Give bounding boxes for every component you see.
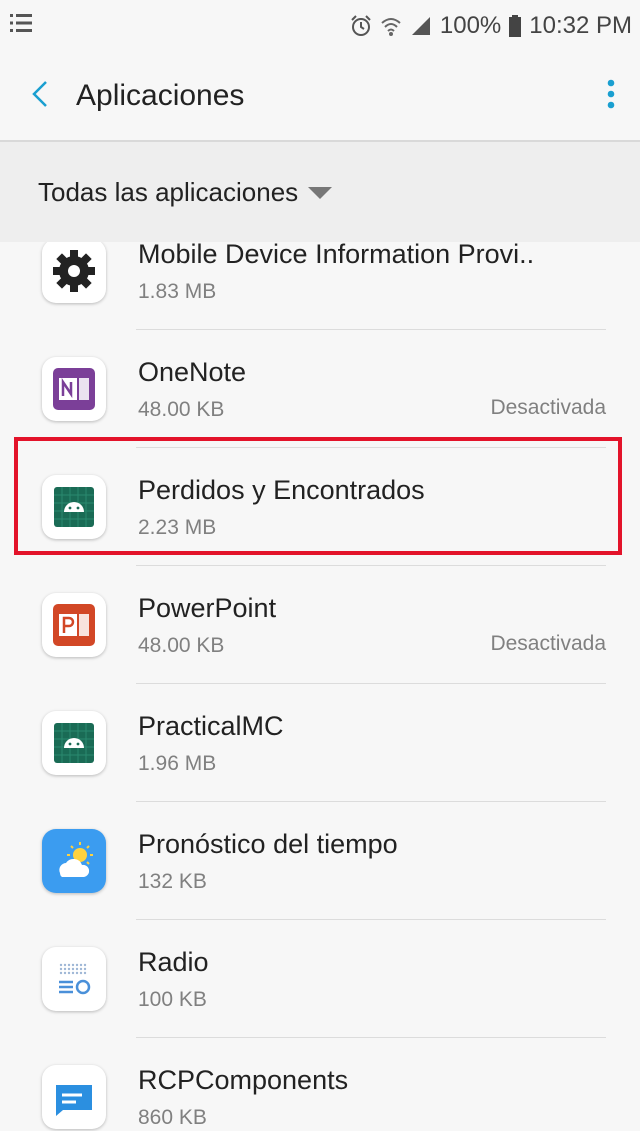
message-icon [42, 1065, 106, 1129]
app-name: OneNote [138, 356, 247, 387]
list-item[interactable]: PowerPoint 48.00 KB Desactivada [0, 566, 640, 684]
app-name: Pronóstico del tiempo [138, 828, 398, 859]
app-size: 100 KB [138, 987, 207, 1011]
app-status: Desactivada [490, 632, 606, 655]
app-status: Desactivada [490, 396, 606, 419]
filter-label: Todas las aplicaciones [38, 176, 299, 207]
app-list: Mobile Device Information Provi.. 1.83 M… [0, 242, 640, 1131]
app-size: 132 KB [138, 869, 207, 893]
menu-grid-icon [10, 12, 32, 40]
powerpoint-icon [42, 593, 106, 657]
app-size: 860 KB [138, 1105, 207, 1129]
app-size: 1.83 MB [138, 279, 217, 303]
clock: 10:32 PM [529, 12, 632, 39]
list-item[interactable]: OneNote 48.00 KB Desactivada [0, 330, 640, 448]
filter-dropdown[interactable]: Todas las aplicaciones [0, 142, 640, 242]
app-size: 1.96 MB [138, 751, 217, 775]
weather-icon [42, 829, 106, 893]
chevron-left-icon[interactable] [30, 79, 50, 114]
signal-icon [410, 15, 432, 37]
battery-percent: 100% [439, 12, 502, 39]
app-name: PracticalMC [138, 710, 284, 741]
app-name: PowerPoint [138, 592, 277, 623]
app-name: Mobile Device Information Provi.. [138, 242, 535, 269]
list-item[interactable]: RCPComponents 860 KB [0, 1038, 640, 1131]
dropdown-arrow-icon [308, 177, 333, 208]
gear-icon [42, 242, 106, 303]
radio-icon [42, 947, 106, 1011]
alarm-icon [350, 15, 372, 37]
android-icon [42, 711, 106, 775]
list-item[interactable]: Pronóstico del tiempo 132 KB [0, 802, 640, 920]
app-name: Radio [138, 946, 209, 977]
app-bar: Aplicaciones [0, 52, 640, 140]
list-item[interactable]: Radio 100 KB [0, 920, 640, 1038]
list-item[interactable]: PracticalMC 1.96 MB [0, 684, 640, 802]
status-bar: 100% 10:32 PM [0, 0, 640, 52]
onenote-icon [42, 357, 106, 421]
battery-icon [509, 15, 522, 37]
more-vert-icon[interactable] [606, 79, 616, 114]
app-name: RCPComponents [138, 1064, 349, 1095]
list-item[interactable]: Mobile Device Information Provi.. 1.83 M… [0, 242, 640, 330]
highlight-box [14, 437, 622, 555]
page-title: Aplicaciones [76, 79, 245, 112]
wifi-icon [380, 15, 402, 37]
